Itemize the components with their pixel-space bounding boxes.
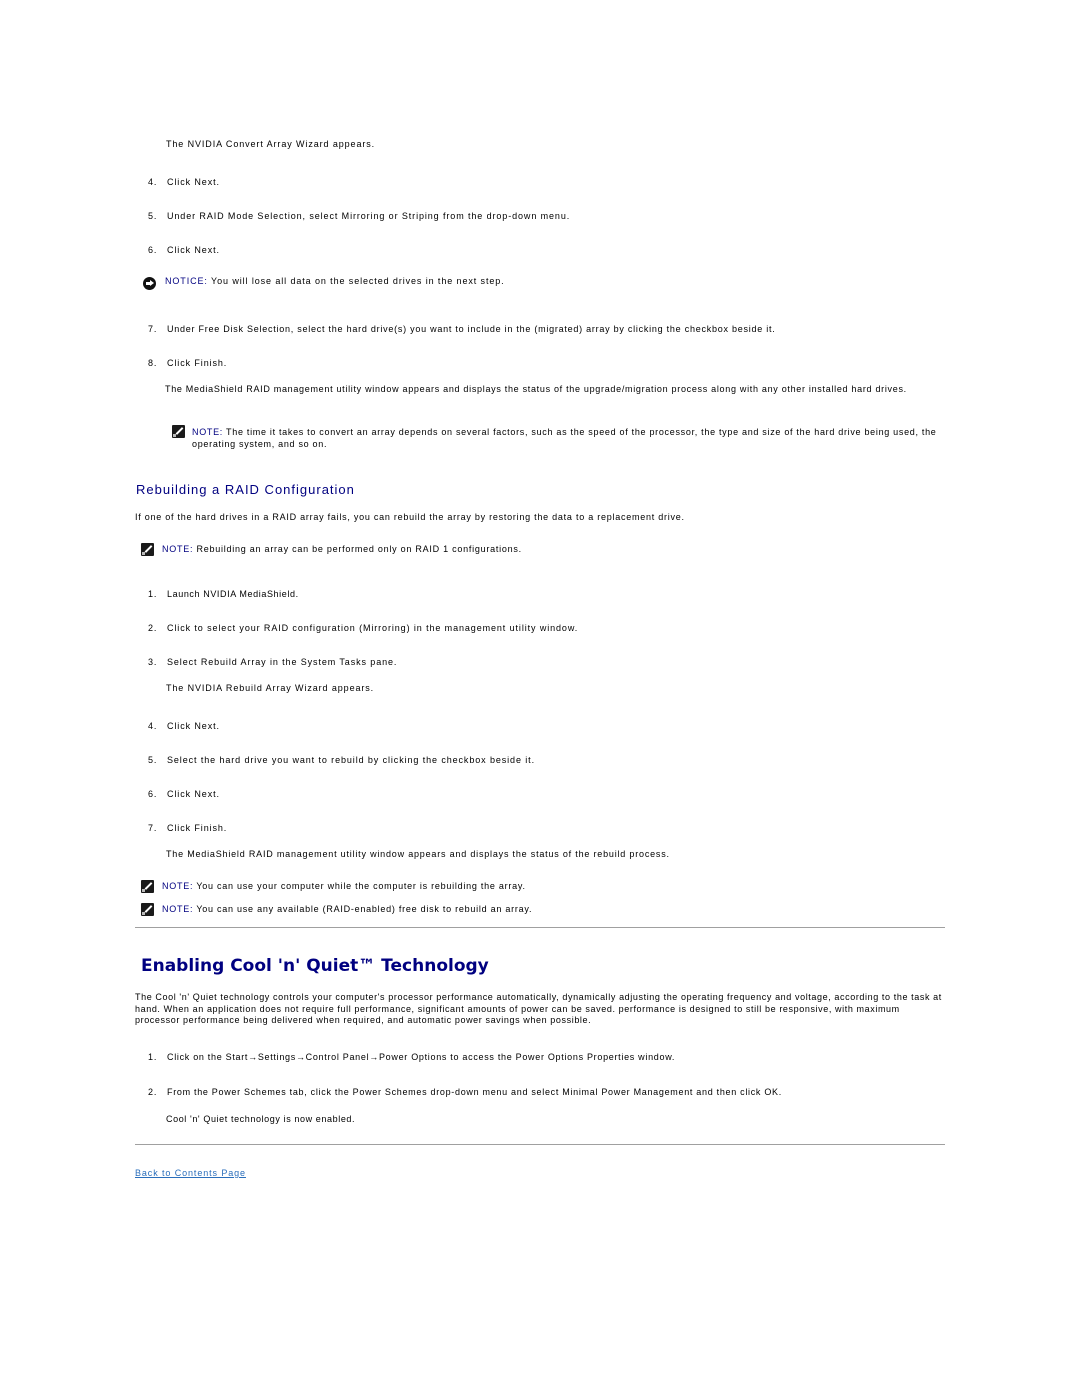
- step-number: 4.: [148, 177, 158, 187]
- note-pencil-icon: [141, 543, 154, 556]
- notice-label: NOTICE:: [165, 276, 208, 286]
- step-number: 1.: [148, 589, 158, 599]
- notice-text: You will lose all data on the selected d…: [207, 276, 505, 286]
- step-number: 5.: [148, 211, 158, 221]
- note-content: NOTE: You can use your computer while th…: [162, 881, 526, 891]
- note-text: You can use any available (RAID-enabled)…: [193, 904, 533, 914]
- footer-divider: [135, 1144, 945, 1145]
- section-heading-rebuilding: Rebuilding a RAID Configuration: [136, 482, 355, 497]
- step-number: 2.: [148, 623, 158, 633]
- notice-content: NOTICE: You will lose all data on the se…: [165, 276, 505, 286]
- step-text: Click Finish.: [167, 358, 228, 368]
- step-number: 3.: [148, 657, 158, 667]
- step-number: 7.: [148, 823, 158, 833]
- note-label: NOTE:: [162, 904, 194, 914]
- step-number: 5.: [148, 755, 158, 765]
- rebuild-result-text: The MediaShield RAID management utility …: [166, 849, 670, 859]
- step-number: 8.: [148, 358, 158, 368]
- step-number: 6.: [148, 245, 158, 255]
- step-number: 1.: [148, 1052, 158, 1062]
- step-text: Click Next.: [167, 245, 220, 255]
- note-pencil-icon: [141, 903, 154, 916]
- note-content: NOTE: Rebuilding an array can be perform…: [162, 544, 522, 554]
- migration-result-text: The MediaShield RAID management utility …: [165, 384, 907, 394]
- step-text: Click to select your RAID configuration …: [167, 623, 579, 633]
- note-label: NOTE:: [192, 427, 224, 437]
- section-heading-cool-n-quiet: Enabling Cool 'n' Quiet™ Technology: [141, 956, 489, 976]
- step-number: 7.: [148, 324, 158, 334]
- section-divider: [135, 927, 945, 928]
- step-text: From the Power Schemes tab, click the Po…: [167, 1087, 782, 1097]
- rebuild-intro-text: If one of the hard drives in a RAID arra…: [135, 512, 685, 522]
- note-content: NOTE: The time it takes to convert an ar…: [192, 427, 942, 450]
- step-text: Select Rebuild Array in the System Tasks…: [167, 657, 398, 667]
- step-text: Click Next.: [167, 177, 220, 187]
- step-text: Click Next.: [167, 789, 220, 799]
- step-text: Launch NVIDIA MediaShield.: [167, 589, 299, 599]
- note-label: NOTE:: [162, 881, 194, 891]
- step-number: 2.: [148, 1087, 158, 1097]
- wizard-appears-text: The NVIDIA Convert Array Wizard appears.: [166, 139, 376, 149]
- step-text: Under Free Disk Selection, select the ha…: [167, 324, 776, 334]
- note-text: The time it takes to convert an array de…: [192, 427, 937, 449]
- step-text: Click Next.: [167, 721, 220, 731]
- rebuild-wizard-appears-text: The NVIDIA Rebuild Array Wizard appears.: [166, 683, 375, 693]
- cool-n-quiet-intro-text: The Cool 'n' Quiet technology controls y…: [135, 992, 942, 1025]
- note-pencil-icon: [141, 880, 154, 893]
- note-text: You can use your computer while the comp…: [193, 881, 526, 891]
- note-content: NOTE: You can use any available (RAID-en…: [162, 904, 532, 914]
- step-text: Click Finish.: [167, 823, 228, 833]
- note-label: NOTE:: [162, 544, 194, 554]
- step-number: 6.: [148, 789, 158, 799]
- step-text: Click on the Start→Settings→Control Pane…: [167, 1052, 676, 1062]
- step-number: 4.: [148, 721, 158, 731]
- back-to-contents-link[interactable]: Back to Contents Page: [135, 1168, 246, 1178]
- notice-arrow-icon: [143, 277, 156, 290]
- step-text: Select the hard drive you want to rebuil…: [167, 755, 535, 765]
- enabled-result-text: Cool 'n' Quiet technology is now enabled…: [166, 1114, 356, 1124]
- note-pencil-icon: [172, 425, 185, 438]
- note-text: Rebuilding an array can be performed onl…: [193, 544, 522, 554]
- step-text: Under RAID Mode Selection, select Mirror…: [167, 211, 571, 221]
